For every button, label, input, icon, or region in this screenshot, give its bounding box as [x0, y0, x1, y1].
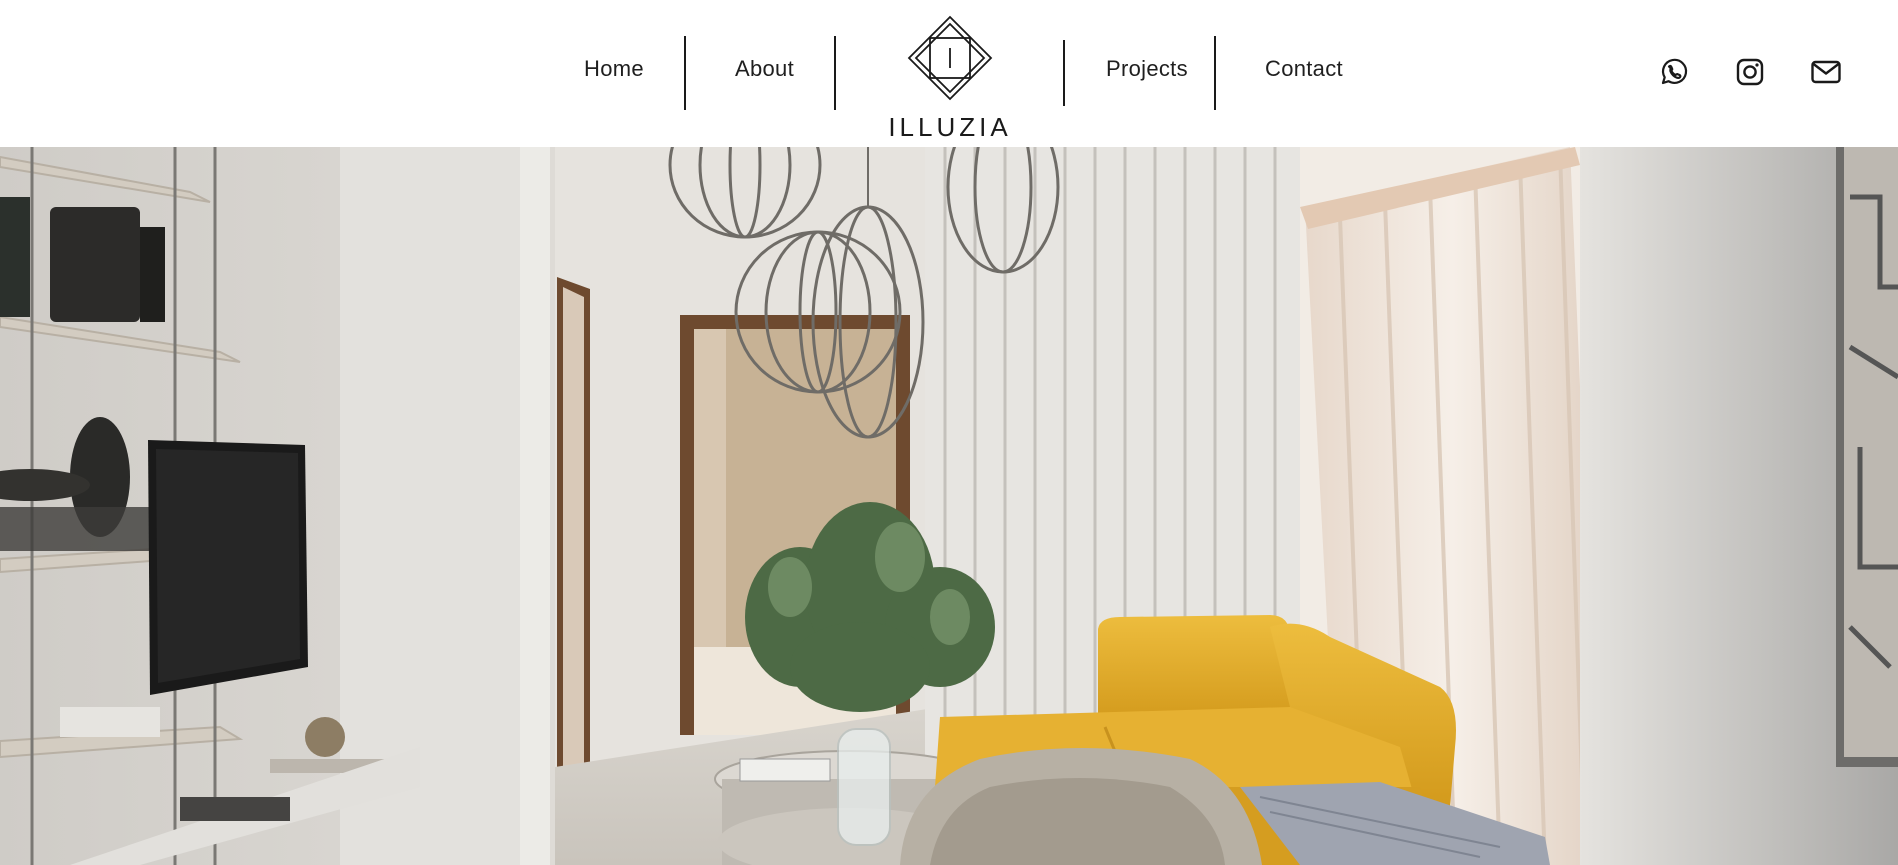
site-header: Home About ILLUZIA Projects Contact [0, 0, 1898, 147]
nav-divider [1063, 40, 1065, 106]
brand-name: ILLUZIA [888, 112, 1012, 142]
nav-projects-link[interactable]: Projects [1106, 56, 1188, 82]
hero-living-room-image [0, 147, 1898, 865]
nav-contact-link[interactable]: Contact [1265, 56, 1343, 82]
instagram-icon[interactable] [1734, 56, 1766, 88]
nav-divider [1214, 36, 1216, 110]
whatsapp-icon[interactable] [1657, 56, 1689, 88]
brand-logo[interactable]: ILLUZIA [880, 12, 1020, 142]
hero-banner [0, 147, 1898, 865]
logo-monogram-icon [907, 15, 993, 101]
mail-icon[interactable] [1810, 56, 1842, 88]
nav-divider [834, 36, 836, 110]
nav-about-link[interactable]: About [735, 56, 794, 82]
nav-divider [684, 36, 686, 110]
nav-home-link[interactable]: Home [584, 56, 644, 82]
